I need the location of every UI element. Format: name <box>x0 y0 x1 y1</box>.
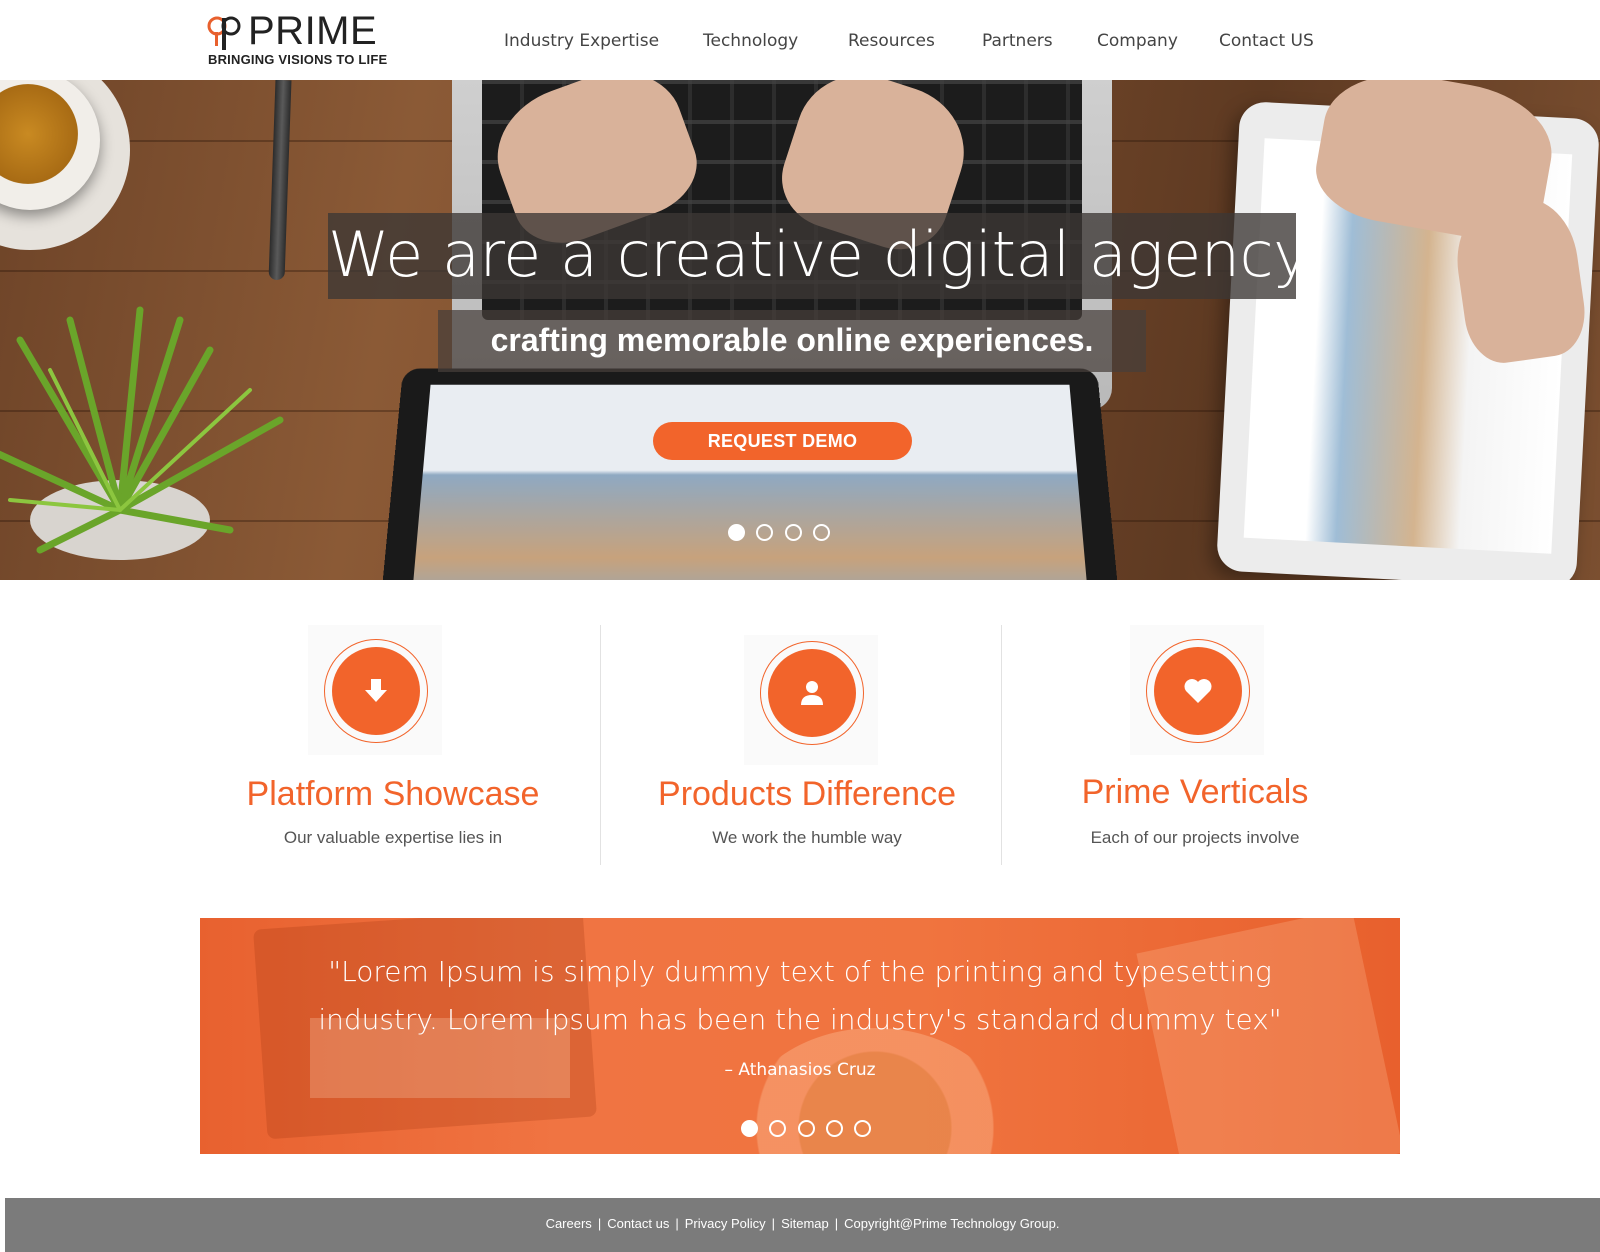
feature-title: Platform Showcase <box>246 775 540 813</box>
footer-copyright: Copyright@Prime Technology Group. <box>844 1216 1060 1231</box>
nav-technology[interactable]: Technology <box>703 31 798 51</box>
feature-prime-verticals[interactable]: Prime Verticals Each of our projects inv… <box>1000 625 1390 865</box>
hero-slide-dot-4[interactable] <box>813 524 830 541</box>
footer-link-privacy-policy[interactable]: Privacy Policy <box>685 1216 766 1231</box>
site-footer: Careers | Contact us | Privacy Policy | Sitema… <box>5 1198 1600 1252</box>
hero-title: We are a creative digital agency <box>328 218 1310 291</box>
testimonial-slide-dot-1[interactable] <box>741 1120 758 1137</box>
testimonial-slide-dot-2[interactable] <box>769 1120 786 1137</box>
feature-icon-ring <box>1146 639 1250 743</box>
testimonial-slide-dot-4[interactable] <box>826 1120 843 1137</box>
feature-platform-showcase[interactable]: Platform Showcase Our valuable expertise… <box>198 625 588 865</box>
feature-subtitle: We work the humble way <box>712 828 902 847</box>
footer-links: Careers | Contact us | Privacy Policy | Sitema… <box>5 1216 1600 1231</box>
hero-pen-image <box>268 80 292 281</box>
feature-subtitle: Our valuable expertise lies in <box>283 828 503 847</box>
hero-tablet-image <box>375 368 1125 580</box>
request-demo-button[interactable]: REQUEST DEMO <box>653 422 912 460</box>
nav-resources[interactable]: Resources <box>848 31 935 51</box>
nav-company[interactable]: Company <box>1097 31 1178 51</box>
feature-title: Products Difference <box>658 775 956 813</box>
testimonial-author: – Athanasios Cruz <box>724 1060 876 1080</box>
feature-icon-tile <box>744 635 878 765</box>
hero-carousel-dots <box>728 524 838 542</box>
testimonial-quote-line: "Lorem Ipsum is simply dummy text of the… <box>328 955 1272 988</box>
testimonial-banner: "Lorem Ipsum is simply dummy text of the… <box>200 918 1400 1154</box>
footer-link-careers[interactable]: Careers <box>546 1216 592 1231</box>
hero-slide-dot-2[interactable] <box>756 524 773 541</box>
feature-icon-tile <box>1130 625 1264 755</box>
heart-icon <box>1154 647 1242 735</box>
testimonial-slide-dot-3[interactable] <box>798 1120 815 1137</box>
footer-link-contact-us[interactable]: Contact us <box>607 1216 669 1231</box>
nav-contact-us[interactable]: Contact US <box>1219 31 1314 51</box>
feature-title: Prime Verticals <box>1081 773 1309 811</box>
arrow-down-icon <box>332 647 420 735</box>
site-header: PRIME BRINGING VISIONS TO LIFE Industry … <box>0 0 1600 80</box>
main-nav: Industry Expertise Technology Resources … <box>0 31 1600 55</box>
testimonial-carousel-dots <box>741 1120 891 1138</box>
footer-separator: | <box>834 1216 839 1231</box>
feature-divider <box>600 625 601 865</box>
features-section: Platform Showcase Our valuable expertise… <box>0 580 1600 880</box>
testimonial-quote-line: industry. Lorem Ipsum has been the indus… <box>318 1003 1282 1036</box>
nav-industry-expertise[interactable]: Industry Expertise <box>504 31 659 51</box>
hero-subtitle: crafting memorable online experiences. <box>490 322 1094 358</box>
footer-separator: | <box>597 1216 602 1231</box>
footer-separator: | <box>771 1216 776 1231</box>
feature-icon-tile <box>308 625 442 755</box>
user-icon <box>768 649 856 737</box>
hero-slide-dot-3[interactable] <box>785 524 802 541</box>
footer-separator: | <box>675 1216 679 1231</box>
hero-banner: We are a creative digital agency craftin… <box>0 80 1600 580</box>
testimonial-slide-dot-5[interactable] <box>854 1120 871 1137</box>
hero-slide-dot-1[interactable] <box>728 524 745 541</box>
testimonial-quote: "Lorem Ipsum is simply dummy text of the… <box>200 948 1400 1044</box>
nav-partners[interactable]: Partners <box>982 31 1053 51</box>
feature-subtitle: Each of our projects involve <box>1090 828 1300 847</box>
feature-products-difference[interactable]: Products Difference We work the humble w… <box>612 625 1002 865</box>
hero-plant-image <box>0 306 284 560</box>
footer-link-sitemap[interactable]: Sitemap <box>781 1216 829 1231</box>
feature-icon-ring <box>324 639 428 743</box>
feature-icon-ring <box>760 641 864 745</box>
